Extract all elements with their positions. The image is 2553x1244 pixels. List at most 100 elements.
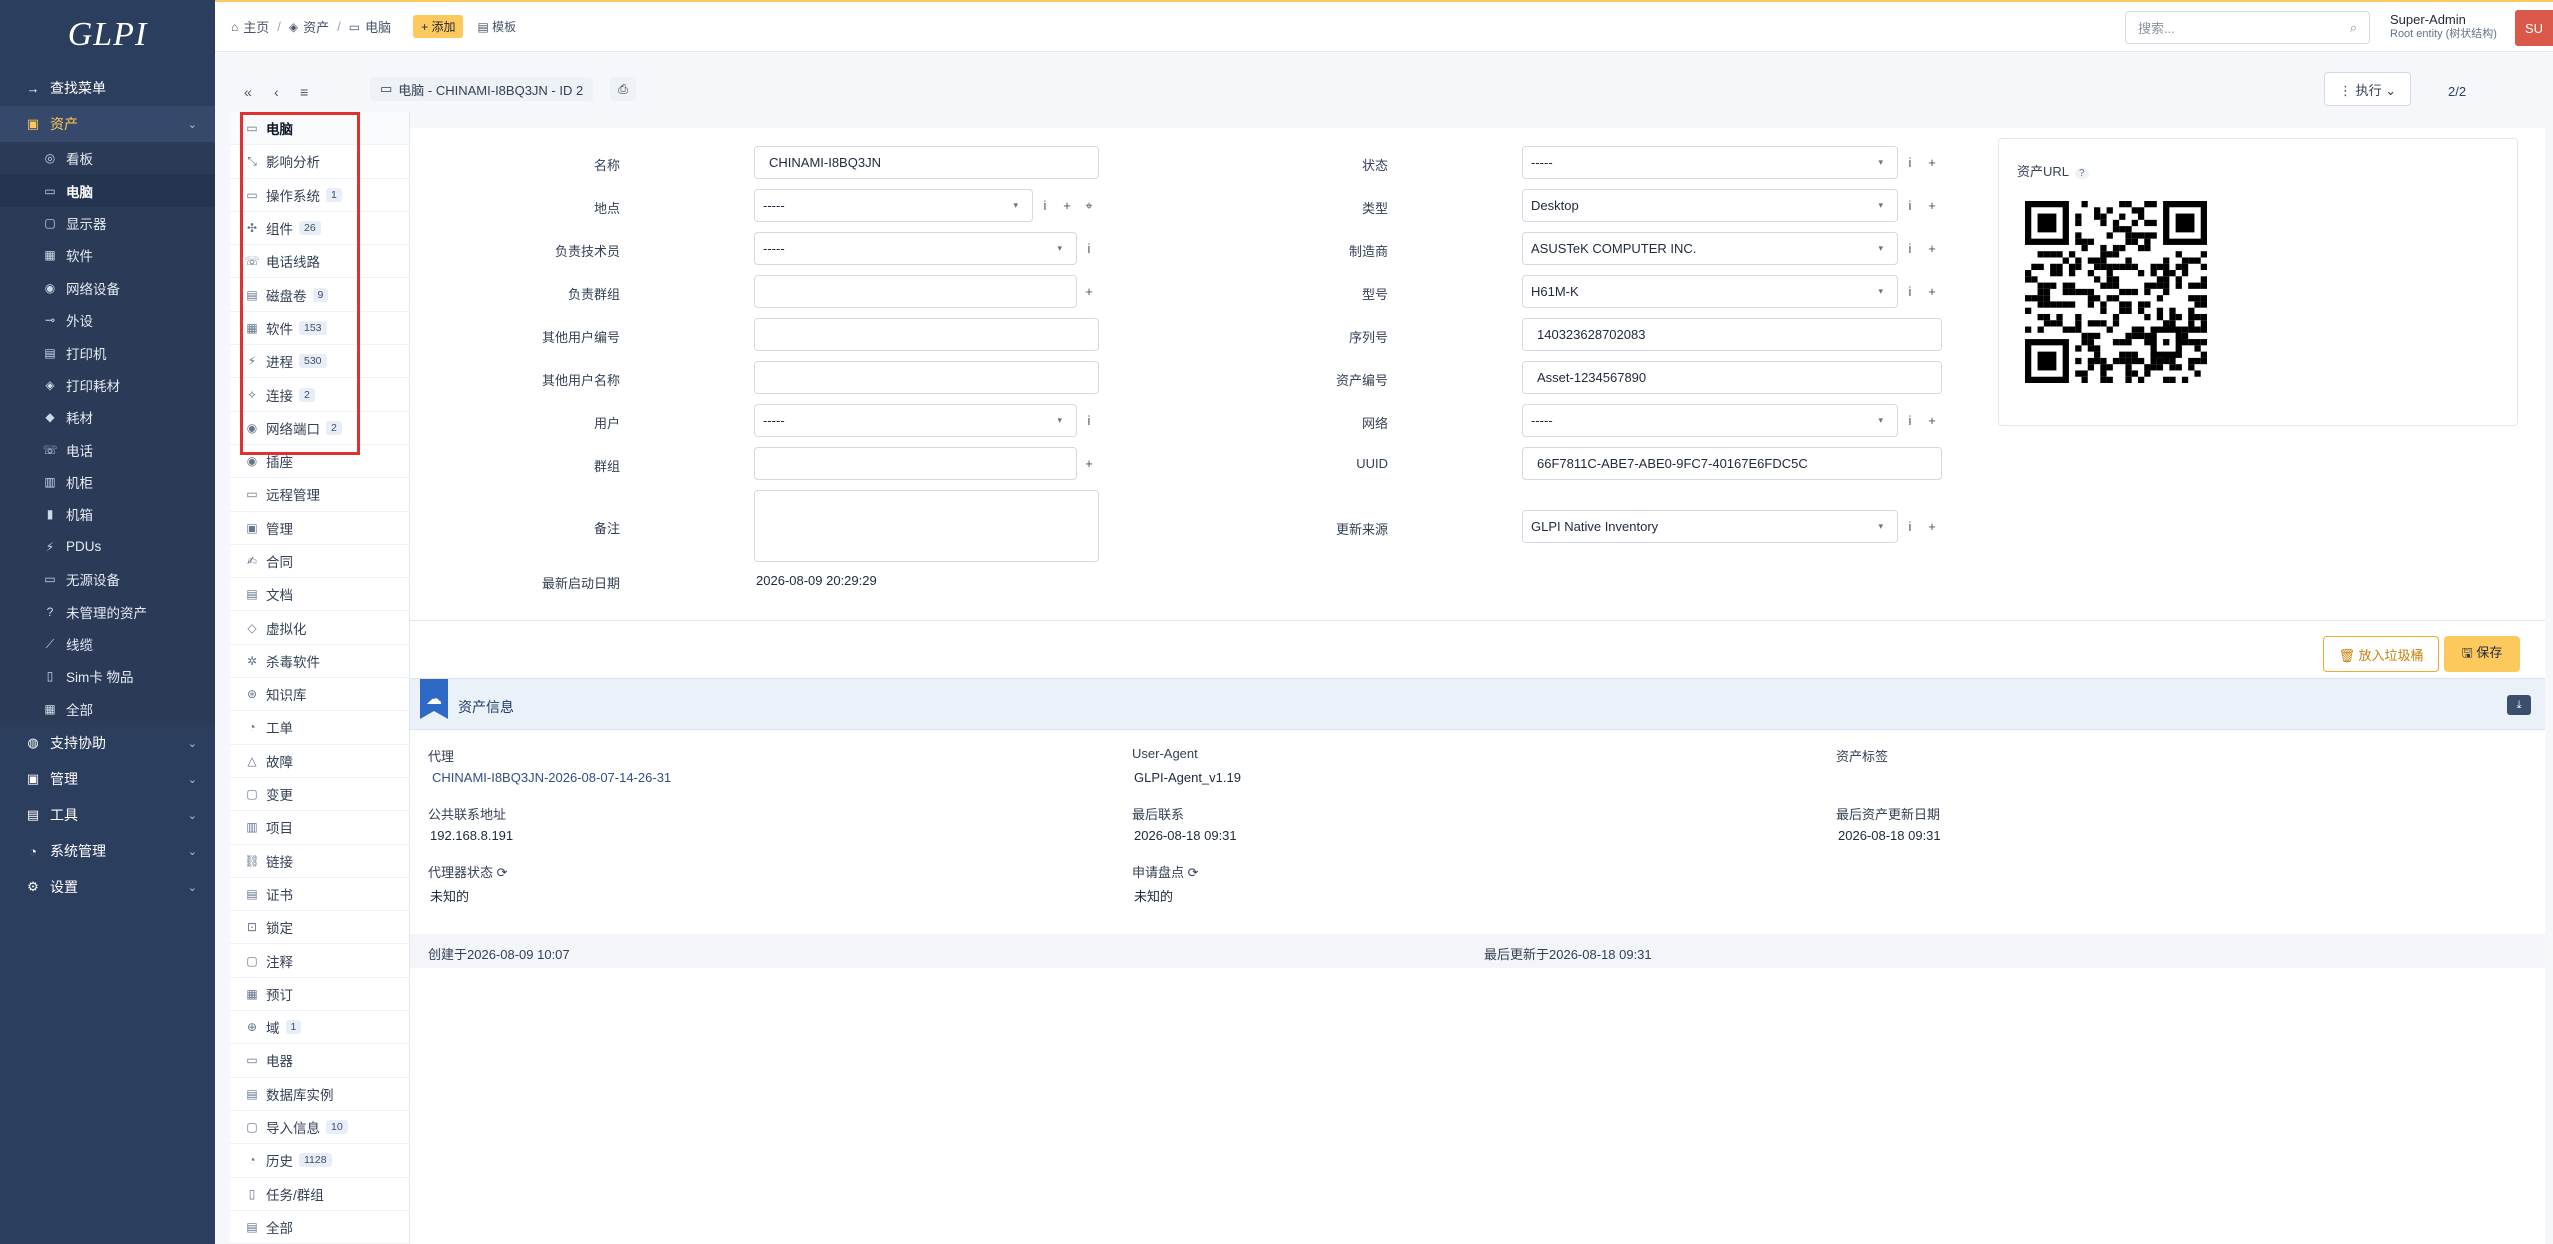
tab-31[interactable]: ◔ 历史 1128 bbox=[230, 1144, 409, 1178]
list-view-icon[interactable]: ≡ bbox=[300, 84, 308, 100]
tab-1[interactable]: ⤡ 影响分析 bbox=[230, 145, 409, 179]
tab-30[interactable]: ▢ 导入信息 10 bbox=[230, 1111, 409, 1145]
add-icon[interactable]: + bbox=[1922, 189, 1942, 222]
sidebar-subitem-11[interactable]: ▮ 机箱 bbox=[0, 498, 215, 530]
sidebar-subitem-5[interactable]: ⊸ 外设 bbox=[0, 304, 215, 336]
tab-2[interactable]: ▭ 操作系统 1 bbox=[230, 179, 409, 212]
tab-22[interactable]: ⛓ 链接 bbox=[230, 845, 409, 878]
search-input[interactable]: 搜索... ⌕ bbox=[2125, 11, 2370, 44]
tab-29[interactable]: ▤ 数据库实例 bbox=[230, 1078, 409, 1111]
tab-25[interactable]: ▢ 注释 bbox=[230, 944, 409, 978]
info-icon[interactable]: i bbox=[1900, 146, 1920, 179]
user-menu[interactable]: Super-Admin Root entity (树状结构) bbox=[2390, 12, 2497, 42]
save-button[interactable]: 🖫 保存 bbox=[2444, 636, 2520, 672]
actions-button[interactable]: ⋮ 执行 ⌄ bbox=[2324, 72, 2412, 106]
sidebar-subitem-6[interactable]: ▤ 打印机 bbox=[0, 336, 215, 368]
first-item-icon[interactable]: « bbox=[244, 84, 252, 100]
add-icon[interactable]: + bbox=[1922, 275, 1942, 308]
tab-32[interactable]: ▯ 任务/群组 bbox=[230, 1178, 409, 1211]
text-field[interactable]: Asset-1234567890 bbox=[1522, 361, 1942, 394]
sidebar-subitem-12[interactable]: ⚡ PDUs bbox=[0, 531, 215, 563]
dropdown-field[interactable]: Desktop ▾ bbox=[1522, 189, 1898, 222]
tab-17[interactable]: ⊛ 知识库 bbox=[230, 678, 409, 712]
tab-4[interactable]: ☏ 电话线路 bbox=[230, 245, 409, 279]
glpi-logo[interactable]: GLPI bbox=[0, 0, 215, 70]
tab-11[interactable]: ▭ 远程管理 bbox=[230, 478, 409, 512]
sidebar-subitem-9[interactable]: ☏ 电话 bbox=[0, 434, 215, 466]
tab-12[interactable]: ▣ 管理 bbox=[230, 512, 409, 545]
sidebar-section-1[interactable]: ▣ 管理 ⌄ bbox=[0, 761, 215, 797]
text-field[interactable]: 140323628702083 bbox=[1522, 318, 1942, 351]
sidebar-subitem-4[interactable]: ◉ 网络设备 bbox=[0, 272, 215, 304]
info-icon[interactable]: i bbox=[1900, 189, 1920, 222]
avatar[interactable]: SU bbox=[2515, 10, 2553, 46]
add-button[interactable]: + 添加 bbox=[413, 15, 464, 38]
tab-24[interactable]: ⊡ 锁定 bbox=[230, 911, 409, 945]
tab-28[interactable]: ▭ 电器 bbox=[230, 1044, 409, 1078]
sidebar-section-2[interactable]: ▤ 工具 ⌄ bbox=[0, 797, 215, 833]
tab-6[interactable]: ▦ 软件 153 bbox=[230, 312, 409, 346]
dropdown-field[interactable]: H61M-K ▾ bbox=[1522, 275, 1898, 308]
tab-23[interactable]: ▤ 证书 bbox=[230, 878, 409, 912]
info-icon[interactable]: i bbox=[1900, 510, 1920, 543]
tab-19[interactable]: △ 故障 bbox=[230, 745, 409, 778]
tab-3[interactable]: ✣ 组件 26 bbox=[230, 212, 409, 246]
print-icon[interactable]: ⎙ bbox=[610, 77, 636, 101]
info-icon[interactable]: i bbox=[1900, 232, 1920, 265]
sidebar-item-1[interactable]: ▣ 资产 ⌄ bbox=[0, 106, 215, 142]
sidebar-subitem-14[interactable]: ? 未管理的资产 bbox=[0, 595, 215, 627]
add-icon[interactable]: + bbox=[1922, 404, 1942, 437]
tab-16[interactable]: ✲ 杀毒软件 bbox=[230, 645, 409, 679]
tab-8[interactable]: ⟡ 连接 2 bbox=[230, 378, 409, 412]
tab-15[interactable]: ◇ 虚拟化 bbox=[230, 611, 409, 645]
sidebar-subitem-2[interactable]: ▢ 显示器 bbox=[0, 207, 215, 239]
sidebar-subitem-10[interactable]: ▥ 机柜 bbox=[0, 466, 215, 498]
tab-26[interactable]: ▦ 预订 bbox=[230, 978, 409, 1012]
sidebar-subitem-7[interactable]: ◈ 打印耗材 bbox=[0, 369, 215, 401]
sidebar-subitem-16[interactable]: ▯ Sim卡 物品 bbox=[0, 660, 215, 692]
tab-7[interactable]: ⚡ 进程 530 bbox=[230, 345, 409, 379]
info-icon[interactable]: i bbox=[1900, 275, 1920, 308]
add-icon[interactable]: + bbox=[1922, 146, 1942, 179]
tab-21[interactable]: ▥ 项目 bbox=[230, 811, 409, 845]
download-icon[interactable]: ⤓ bbox=[2507, 695, 2531, 715]
sidebar-subitem-17[interactable]: ▦ 全部 bbox=[0, 693, 215, 725]
tab-0[interactable]: ▭ 电脑 bbox=[230, 112, 409, 146]
text-field[interactable]: 66F7811C-ABE7-ABE0-9FC7-40167E6FDC5C bbox=[1522, 447, 1942, 480]
sidebar-subitem-15[interactable]: ⟋ 线缆 bbox=[0, 628, 215, 660]
tab-9[interactable]: ◉ 网络端口 2 bbox=[230, 412, 409, 445]
tab-14[interactable]: ▤ 文档 bbox=[230, 578, 409, 612]
tab-10[interactable]: ◉ 插座 bbox=[230, 445, 409, 479]
dropdown-field[interactable]: ----- ▾ bbox=[1522, 146, 1898, 179]
sidebar-subitem-3[interactable]: ▦ 软件 bbox=[0, 239, 215, 271]
tab-33[interactable]: ▤ 全部 bbox=[230, 1211, 409, 1244]
add-icon[interactable]: + bbox=[1922, 232, 1942, 265]
sidebar-section-4[interactable]: ⚙ 设置 ⌄ bbox=[0, 869, 215, 905]
breadcrumb-item-0[interactable]: ⌂ 主页 / bbox=[231, 17, 289, 36]
sidebar-section-0[interactable]: ◍ 支持协助 ⌄ bbox=[0, 725, 215, 761]
info-icon[interactable]: i bbox=[1900, 404, 1920, 437]
sidebar-subitem-0[interactable]: ◎ 看板 bbox=[0, 142, 215, 174]
help-icon[interactable]: ? bbox=[2075, 168, 2089, 179]
trash-button[interactable]: 🗑 放入垃圾桶 bbox=[2323, 636, 2439, 672]
add-icon[interactable]: + bbox=[1922, 510, 1942, 543]
templates-link[interactable]: ▤ 模板 bbox=[477, 18, 516, 35]
tab-20[interactable]: ▢ 变更 bbox=[230, 778, 409, 812]
sidebar-section-3[interactable]: ◔ 系统管理 ⌄ bbox=[0, 833, 215, 869]
tab-13[interactable]: ✍ 合同 bbox=[230, 545, 409, 579]
dropdown-field[interactable]: ASUSTeK COMPUTER INC. ▾ bbox=[1522, 232, 1898, 265]
agent-link[interactable]: CHINAMI-I8BQ3JN-2026-08-07-14-26-31 bbox=[432, 770, 671, 785]
search-icon[interactable]: ⌕ bbox=[2350, 20, 2357, 36]
breadcrumb-item-2[interactable]: ▭ 电脑 bbox=[349, 17, 391, 36]
dropdown-field[interactable]: GLPI Native Inventory ▾ bbox=[1522, 510, 1898, 543]
tab-5[interactable]: ▤ 磁盘卷 9 bbox=[230, 278, 409, 312]
tab-27[interactable]: ⊕ 域 1 bbox=[230, 1011, 409, 1045]
sidebar-subitem-13[interactable]: ▭ 无源设备 bbox=[0, 563, 215, 595]
sidebar-item-0[interactable]: → 查找菜单 bbox=[0, 70, 215, 106]
tab-18[interactable]: ◔ 工单 bbox=[230, 711, 409, 745]
sidebar-subitem-8[interactable]: ◆ 耗材 bbox=[0, 401, 215, 433]
previous-item-icon[interactable]: ‹ bbox=[274, 84, 279, 100]
breadcrumb-item-1[interactable]: ◈ 资产 / bbox=[289, 17, 349, 36]
dropdown-field[interactable]: ----- ▾ bbox=[1522, 404, 1898, 437]
sidebar-subitem-1[interactable]: ▭ 电脑 bbox=[0, 174, 215, 207]
